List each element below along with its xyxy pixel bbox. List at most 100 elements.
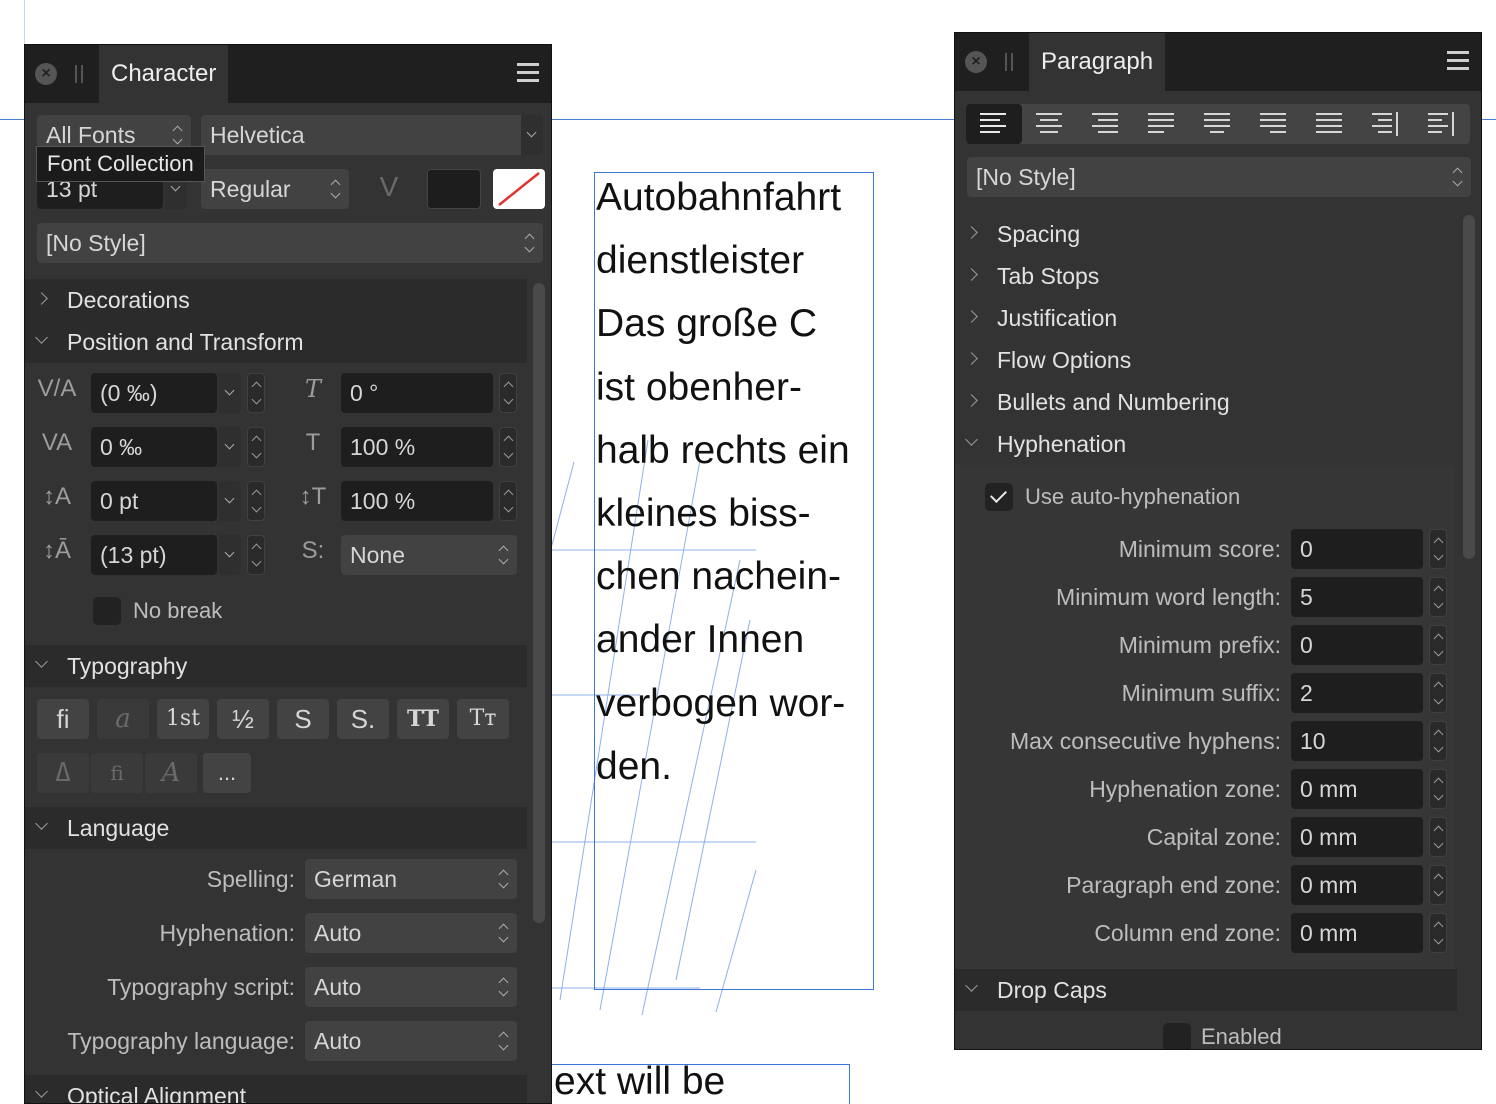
justify-center-button[interactable] bbox=[1190, 104, 1246, 144]
hyphen-field-stepper[interactable] bbox=[1429, 577, 1447, 617]
shear-input[interactable]: 0 ° bbox=[341, 373, 493, 413]
hyphen-field-input[interactable]: 2 bbox=[1291, 673, 1423, 713]
vertical-scale-input[interactable]: 100 % bbox=[341, 481, 493, 521]
justify-right-button[interactable] bbox=[1246, 104, 1302, 144]
kerning-input[interactable]: (0 ‰) bbox=[91, 373, 217, 413]
section-bullets-numbering[interactable]: Bullets and Numbering bbox=[955, 381, 1457, 423]
section-flow-options[interactable]: Flow Options bbox=[955, 339, 1457, 381]
typography-script-select[interactable]: Auto bbox=[305, 967, 517, 1007]
font-style-select[interactable]: Regular bbox=[201, 169, 349, 209]
tracking-icon: VA bbox=[41, 429, 73, 456]
panel-menu-icon[interactable] bbox=[517, 63, 539, 83]
character-scrollbar[interactable] bbox=[533, 283, 545, 923]
drop-caps-enabled-checkbox[interactable] bbox=[1163, 1023, 1191, 1049]
font-family-select[interactable]: Helvetica bbox=[201, 115, 543, 155]
justify-all-button[interactable] bbox=[1302, 104, 1358, 144]
shear-stepper[interactable] bbox=[499, 373, 517, 413]
tab-character[interactable]: Character bbox=[99, 45, 229, 103]
auto-hyphenation-checkbox[interactable] bbox=[985, 483, 1013, 511]
leading-stepper[interactable] bbox=[247, 535, 265, 575]
stylistic-set-button[interactable]: ߡ bbox=[37, 753, 89, 793]
contextual-alternates-button[interactable]: A bbox=[145, 753, 197, 793]
hyphen-field-stepper[interactable] bbox=[1429, 817, 1447, 857]
ligature-button[interactable]: fi bbox=[37, 699, 89, 739]
hyphen-field-input[interactable]: 5 bbox=[1291, 577, 1423, 617]
spelling-select[interactable]: German bbox=[305, 859, 517, 899]
kerning-stepper[interactable] bbox=[247, 373, 265, 413]
hyphen-field-stepper[interactable] bbox=[1429, 625, 1447, 665]
font-family-dropdown-icon[interactable] bbox=[521, 115, 543, 155]
section-typography[interactable]: Typography bbox=[25, 645, 527, 687]
frame-text[interactable]: Autobahnfahrt dienstleister Das große C … bbox=[596, 166, 886, 798]
hyphen-field-input[interactable]: 10 bbox=[1291, 721, 1423, 761]
section-position-transform[interactable]: Position and Transform bbox=[25, 321, 527, 363]
section-justification[interactable]: Justification bbox=[955, 297, 1457, 339]
fraction-button[interactable]: ½ bbox=[217, 699, 269, 739]
hyphen-field-input[interactable]: 0 bbox=[1291, 625, 1423, 665]
superscript-button[interactable]: S bbox=[277, 699, 329, 739]
hyphen-field-stepper[interactable] bbox=[1429, 913, 1447, 953]
section-language[interactable]: Language bbox=[25, 807, 527, 849]
baseline-stepper[interactable] bbox=[247, 481, 265, 521]
character-style-select[interactable]: [No Style] bbox=[37, 223, 543, 263]
text-stroke-swatch[interactable] bbox=[493, 169, 545, 209]
tracking-dropdown-icon[interactable] bbox=[219, 427, 241, 467]
baseline-dropdown-icon[interactable] bbox=[219, 481, 241, 521]
subscript-button[interactable]: S. bbox=[337, 699, 389, 739]
script-select[interactable]: None bbox=[341, 535, 517, 575]
updown-icon bbox=[499, 869, 509, 889]
hyphen-field-stepper[interactable] bbox=[1429, 865, 1447, 905]
variable-font-icon[interactable]: V bbox=[371, 171, 407, 203]
leading-input[interactable]: (13 pt) bbox=[91, 535, 217, 575]
align-towards-spine-button[interactable] bbox=[1358, 104, 1414, 144]
section-hyphenation[interactable]: Hyphenation bbox=[955, 423, 1457, 465]
close-icon[interactable]: × bbox=[35, 63, 57, 85]
leading-dropdown-icon[interactable] bbox=[219, 535, 241, 575]
drag-handle-icon[interactable] bbox=[75, 65, 83, 83]
justify-left-button[interactable] bbox=[1134, 104, 1190, 144]
all-caps-button[interactable]: TT bbox=[397, 699, 449, 739]
hyphen-field-input[interactable]: 0 mm bbox=[1291, 817, 1423, 857]
horizontal-scale-input[interactable]: 100 % bbox=[341, 427, 493, 467]
hyphen-field-input[interactable]: 0 mm bbox=[1291, 769, 1423, 809]
discretionary-ligature-button[interactable]: fi bbox=[91, 753, 143, 793]
hyphen-field-input[interactable]: 0 mm bbox=[1291, 913, 1423, 953]
section-spacing[interactable]: Spacing bbox=[955, 213, 1457, 255]
small-caps-button[interactable]: Tт bbox=[457, 699, 509, 739]
section-drop-caps[interactable]: Drop Caps bbox=[955, 969, 1457, 1011]
kerning-dropdown-icon[interactable] bbox=[219, 373, 241, 413]
align-towards-spine-icon bbox=[1372, 112, 1398, 136]
drag-handle-icon[interactable] bbox=[1005, 53, 1013, 71]
text-fill-swatch[interactable] bbox=[427, 169, 481, 209]
hyphen-field-input[interactable]: 0 mm bbox=[1291, 865, 1423, 905]
more-typography-button[interactable]: ... bbox=[203, 753, 251, 793]
tracking-stepper[interactable] bbox=[247, 427, 265, 467]
align-away-spine-button[interactable] bbox=[1414, 104, 1470, 144]
no-break-checkbox[interactable] bbox=[93, 597, 121, 625]
align-right-button[interactable] bbox=[1078, 104, 1134, 144]
hyphen-field-input[interactable]: 0 bbox=[1291, 529, 1423, 569]
hyphen-field-stepper[interactable] bbox=[1429, 721, 1447, 761]
hyphen-field-stepper[interactable] bbox=[1429, 529, 1447, 569]
vertical-scale-stepper[interactable] bbox=[499, 481, 517, 521]
hyphenation-select[interactable]: Auto bbox=[305, 913, 517, 953]
ordinal-button[interactable]: 1st bbox=[157, 699, 209, 739]
paragraph-scrollbar[interactable] bbox=[1463, 215, 1475, 559]
horizontal-scale-stepper[interactable] bbox=[499, 427, 517, 467]
panel-menu-icon[interactable] bbox=[1447, 51, 1469, 71]
align-left-button[interactable] bbox=[966, 104, 1022, 144]
tab-paragraph[interactable]: Paragraph bbox=[1029, 33, 1166, 91]
chevron-down-icon bbox=[35, 1085, 48, 1098]
typography-language-select[interactable]: Auto bbox=[305, 1021, 517, 1061]
baseline-shift-input[interactable]: 0 pt bbox=[91, 481, 217, 521]
swash-button[interactable]: a bbox=[97, 699, 149, 739]
hyphen-field-stepper[interactable] bbox=[1429, 769, 1447, 809]
section-optical-alignment[interactable]: Optical Alignment bbox=[25, 1075, 527, 1103]
close-icon[interactable]: × bbox=[965, 51, 987, 73]
tracking-input[interactable]: 0 ‰ bbox=[91, 427, 217, 467]
section-decorations[interactable]: Decorations bbox=[25, 279, 527, 321]
section-tab-stops[interactable]: Tab Stops bbox=[955, 255, 1457, 297]
align-center-button[interactable] bbox=[1022, 104, 1078, 144]
paragraph-style-select[interactable]: [No Style] bbox=[967, 157, 1471, 197]
hyphen-field-stepper[interactable] bbox=[1429, 673, 1447, 713]
